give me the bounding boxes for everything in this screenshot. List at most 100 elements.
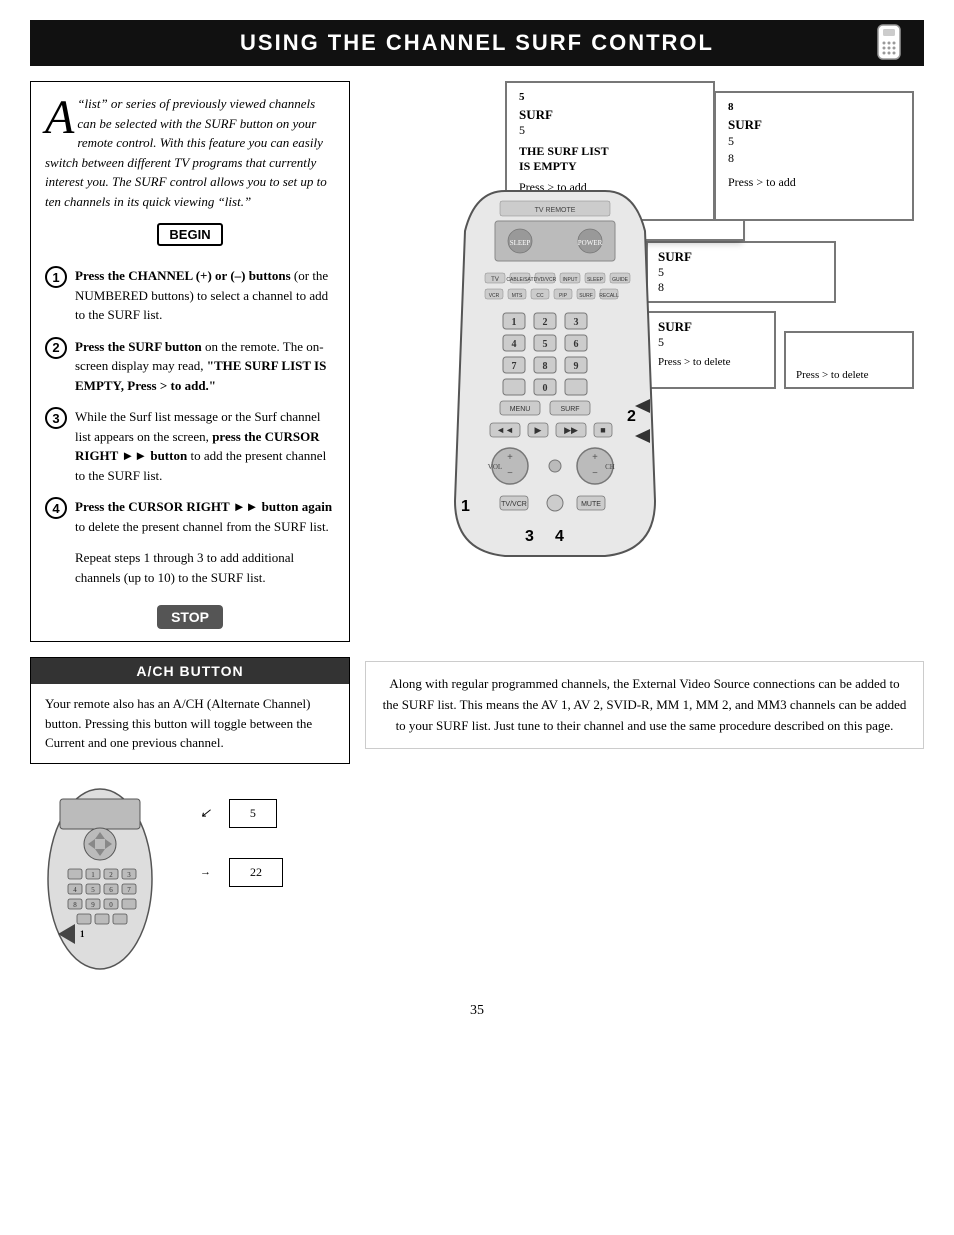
- intro-body: “list” or series of previously viewed ch…: [45, 96, 327, 209]
- svg-text:POWER: POWER: [578, 239, 603, 247]
- svg-text:■: ■: [600, 425, 605, 435]
- step-3-text: While the Surf list message or the Surf …: [75, 407, 335, 485]
- page-number: 35: [30, 1003, 924, 1019]
- svg-text:MENU: MENU: [510, 406, 531, 413]
- ch5-arrow: ↙: [200, 805, 211, 821]
- ch5-box: 5: [229, 799, 277, 828]
- svg-text:VCR: VCR: [489, 293, 500, 299]
- svg-text:+: +: [592, 452, 598, 463]
- channel-labels: ↙ 5 → 22: [200, 779, 283, 887]
- s1-surf: SURF: [519, 107, 701, 123]
- svg-text:0: 0: [543, 383, 548, 394]
- s2-chs: 58: [728, 133, 900, 167]
- arrow-right-label: →: [200, 866, 211, 878]
- svg-text:MUTE: MUTE: [581, 501, 601, 508]
- svg-text:CH: CH: [605, 463, 615, 471]
- rdr-press: Press > to delete: [796, 369, 902, 381]
- screen-ch8: 8 SURF 58 Press > to add: [714, 91, 914, 221]
- svg-text:2: 2: [543, 317, 548, 328]
- svg-text:TV REMOTE: TV REMOTE: [535, 207, 576, 214]
- svg-text:−: −: [507, 468, 513, 479]
- bottom-right-paragraph: Along with regular programmed channels, …: [365, 661, 924, 749]
- svg-text:1: 1: [512, 317, 517, 328]
- svg-text:CC: CC: [536, 293, 544, 299]
- rdl-press: Press > to delete: [658, 356, 764, 368]
- svg-text:4: 4: [512, 339, 517, 350]
- rdl-ch: 5: [658, 335, 764, 350]
- step-1: 1 Press the CHANNEL (+) or (–) buttons (…: [45, 266, 335, 325]
- step-2-text: Press the SURF button on the remote. The…: [75, 337, 335, 396]
- svg-text:VOL: VOL: [488, 463, 502, 471]
- svg-text:MTS: MTS: [512, 293, 523, 299]
- svg-text:1: 1: [91, 871, 95, 879]
- drop-cap: A: [45, 98, 74, 139]
- delete-screens-row: SURF 5 Press > to delete Press > to dele…: [646, 311, 914, 389]
- svg-text:PIP: PIP: [559, 293, 568, 299]
- step-4: 4 Press the CURSOR RIGHT ►► button again…: [45, 497, 335, 536]
- ch22-label-row: → 22: [200, 858, 283, 887]
- header-title: Using the Channel SURF Control: [240, 30, 714, 55]
- rs1-chs: 58: [658, 265, 824, 295]
- s2-ch: 8: [728, 101, 900, 113]
- svg-text:3: 3: [574, 317, 579, 328]
- svg-text:3: 3: [525, 528, 534, 545]
- ach-box: A/CH Button Your remote also has an A/CH…: [30, 657, 350, 764]
- step-3-num: 3: [45, 407, 67, 429]
- svg-text:SLEEP: SLEEP: [510, 239, 531, 247]
- remote-icon: [869, 23, 909, 63]
- page-header: Using the Channel SURF Control: [30, 20, 924, 66]
- svg-text:2: 2: [627, 408, 636, 425]
- svg-text:9: 9: [574, 361, 579, 372]
- step-1-num: 1: [45, 266, 67, 288]
- left-column: A“list” or series of previously viewed c…: [30, 81, 350, 983]
- ch22-box: 22: [229, 858, 283, 887]
- s2-surf: SURF: [728, 117, 900, 133]
- rdl-surf: SURF: [658, 319, 764, 335]
- ch5-num: 5: [250, 806, 256, 820]
- rs1-surf: SURF: [658, 249, 824, 265]
- screen-surf-58: SURF 58: [646, 241, 836, 303]
- begin-badge: BEGIN: [157, 223, 222, 246]
- ch22-num: 22: [250, 865, 262, 879]
- svg-text:RECALL: RECALL: [599, 293, 619, 299]
- bottom-right-text: Along with regular programmed channels, …: [383, 676, 907, 733]
- svg-text:7: 7: [127, 886, 131, 894]
- s1-surf-ch: 5: [519, 123, 701, 138]
- step-4-num: 4: [45, 497, 67, 519]
- svg-text:8: 8: [73, 901, 77, 909]
- page-num-value: 35: [470, 1003, 484, 1018]
- small-remote: 1 2 3 4 5 6 7 8 9 0 1: [30, 779, 180, 983]
- right-column: 5 SURF 5 THE SURF LISTIS EMPTY Press > t…: [365, 81, 924, 983]
- svg-text:SLEEP: SLEEP: [587, 277, 604, 283]
- ch5-label-row: ↙ 5: [200, 799, 283, 828]
- s1-ch: 5: [519, 91, 701, 103]
- small-remote-svg: 1 2 3 4 5 6 7 8 9 0 1: [30, 779, 170, 979]
- ach-title: A/CH Button: [31, 658, 349, 684]
- svg-text:4: 4: [73, 886, 77, 894]
- svg-text:TV/VCR: TV/VCR: [501, 501, 527, 508]
- svg-text:SURF: SURF: [579, 293, 593, 299]
- svg-text:8: 8: [543, 361, 548, 372]
- repeat-text: Repeat steps 1 through 3 to add addition…: [75, 548, 335, 587]
- svg-text:4: 4: [555, 528, 564, 545]
- intro-text: A“list” or series of previously viewed c…: [45, 94, 335, 211]
- svg-text:DVD/VCR: DVD/VCR: [534, 277, 557, 283]
- illustration-area: 5 SURF 5 THE SURF LISTIS EMPTY Press > t…: [365, 81, 924, 641]
- main-content: A“list” or series of previously viewed c…: [30, 81, 924, 983]
- main-remote-svg: TV REMOTE SLEEP POWER: [445, 181, 665, 561]
- svg-text:0: 0: [109, 901, 113, 909]
- step-2: 2 Press the SURF button on the remote. T…: [45, 337, 335, 396]
- stop-badge: STOP: [157, 605, 223, 629]
- ach-title-text: A/CH Button: [136, 663, 243, 679]
- svg-text:−: −: [592, 468, 598, 479]
- screen-delete-right: Press > to delete: [784, 331, 914, 389]
- svg-text:6: 6: [109, 886, 113, 894]
- svg-text:▶▶: ▶▶: [564, 425, 578, 435]
- svg-text:INPUT: INPUT: [563, 277, 578, 283]
- svg-text:GUIDE: GUIDE: [612, 277, 629, 283]
- screen-delete-left: SURF 5 Press > to delete: [646, 311, 776, 389]
- main-remote-wrapper: TV REMOTE SLEEP POWER: [445, 181, 665, 565]
- step-4-text: Press the CURSOR RIGHT ►► button again t…: [75, 497, 335, 536]
- svg-text:CABLE/SAT: CABLE/SAT: [506, 277, 533, 283]
- svg-text:2: 2: [109, 871, 113, 879]
